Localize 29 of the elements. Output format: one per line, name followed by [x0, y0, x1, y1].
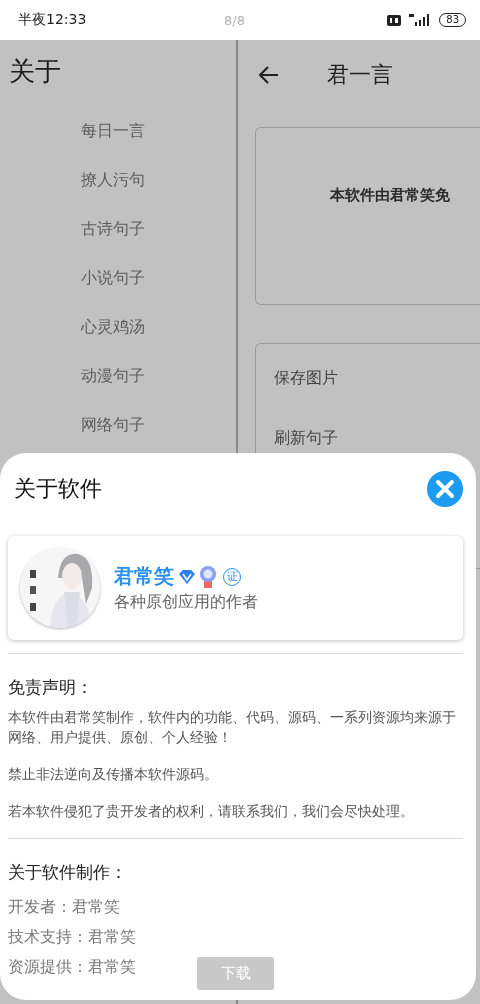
close-icon[interactable]: [427, 471, 463, 507]
category-item[interactable]: 每日一言: [0, 106, 236, 155]
back-icon[interactable]: [259, 66, 279, 84]
intro-text: 本软件由君常笑免: [330, 185, 450, 205]
credit-line: 资源提供：君常笑: [8, 956, 136, 978]
page-title: 君一言: [327, 61, 393, 89]
panel-title: 关于: [8, 55, 62, 88]
author-name: 君常笑: [114, 563, 174, 590]
credit-line: 开发者：君常笑: [8, 896, 120, 918]
diamond-icon: [178, 568, 196, 585]
signal-icon: [409, 14, 432, 26]
section-heading: 关于软件制作：: [8, 861, 128, 884]
disclaimer-text: 若本软件侵犯了贵开发者的权利，请联系我们，我们会尽快处理。: [8, 802, 415, 821]
medal-icon: [200, 565, 216, 588]
section-heading: 免责声明：: [8, 676, 94, 699]
category-item[interactable]: 小说句子: [0, 253, 236, 302]
author-description: 各种原创应用的作者: [114, 592, 258, 613]
credit-line: 技术支持：君常笑: [8, 926, 136, 948]
category-item[interactable]: 网络句子: [0, 400, 236, 449]
page-indicator: 8/8: [224, 12, 245, 28]
category-item[interactable]: 心灵鸡汤: [0, 302, 236, 351]
disclaimer-text: 禁止非法逆向及传播本软件源码。: [8, 765, 219, 784]
status-time: 半夜12:33: [18, 11, 87, 29]
category-item[interactable]: 撩人污句: [0, 155, 236, 204]
action-item[interactable]: 保存图片: [274, 368, 480, 428]
sheet-title: 关于软件: [14, 475, 102, 503]
disclaimer-text: 本软件由君常笑制作，软件内的功能、代码、源码、一系列资源均来源于网络、用户提供、原创、个人经验！: [8, 708, 457, 747]
category-item[interactable]: 动漫句子: [0, 351, 236, 400]
category-item[interactable]: 古诗句子: [0, 204, 236, 253]
